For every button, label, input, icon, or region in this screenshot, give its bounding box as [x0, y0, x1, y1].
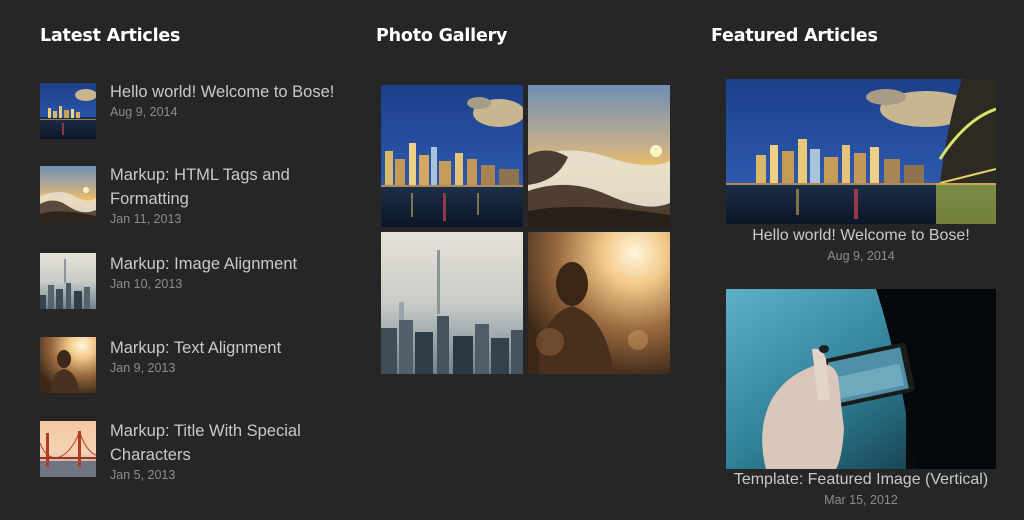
latest-articles-heading: Latest Articles — [40, 26, 181, 46]
article-title[interactable]: Markup: Text Alignment — [110, 336, 350, 360]
article-thumbnail[interactable] — [40, 83, 96, 139]
gallery-image-sunrise[interactable] — [528, 85, 670, 227]
featured-article-date: Mar 15, 2012 — [824, 493, 898, 507]
featured-article-date: Aug 9, 2014 — [827, 249, 895, 263]
article-title[interactable]: Markup: HTML Tags and Formatting — [110, 163, 350, 211]
featured-image-hand-phone[interactable] — [726, 289, 996, 469]
featured-articles-heading: Featured Articles — [711, 26, 878, 46]
article-title[interactable]: Hello world! Welcome to Bose! — [110, 80, 350, 104]
article-title[interactable]: Markup: Title With Special Characters — [110, 419, 350, 467]
gallery-image-sydney[interactable] — [381, 85, 523, 227]
gallery-image-hazy-city[interactable] — [381, 232, 523, 374]
article-date: Jan 10, 2013 — [110, 277, 183, 291]
article-thumbnail[interactable] — [40, 253, 96, 309]
featured-article-title[interactable]: Template: Featured Image (Vertical) — [711, 469, 1011, 491]
article-title[interactable]: Markup: Image Alignment — [110, 252, 350, 276]
article-thumbnail[interactable] — [40, 421, 96, 477]
article-date: Aug 9, 2014 — [110, 105, 178, 119]
gallery-image-person-sunlight[interactable] — [528, 232, 670, 374]
article-date: Jan 5, 2013 — [110, 468, 176, 482]
article-thumbnail[interactable] — [40, 166, 96, 222]
article-thumbnail[interactable] — [40, 337, 96, 393]
featured-image-sydney-bridge[interactable] — [726, 79, 996, 224]
photo-gallery-heading: Photo Gallery — [376, 26, 508, 46]
article-date: Jan 11, 2013 — [110, 212, 182, 226]
featured-article-title[interactable]: Hello world! Welcome to Bose! — [711, 225, 1011, 247]
article-date: Jan 9, 2013 — [110, 361, 176, 375]
